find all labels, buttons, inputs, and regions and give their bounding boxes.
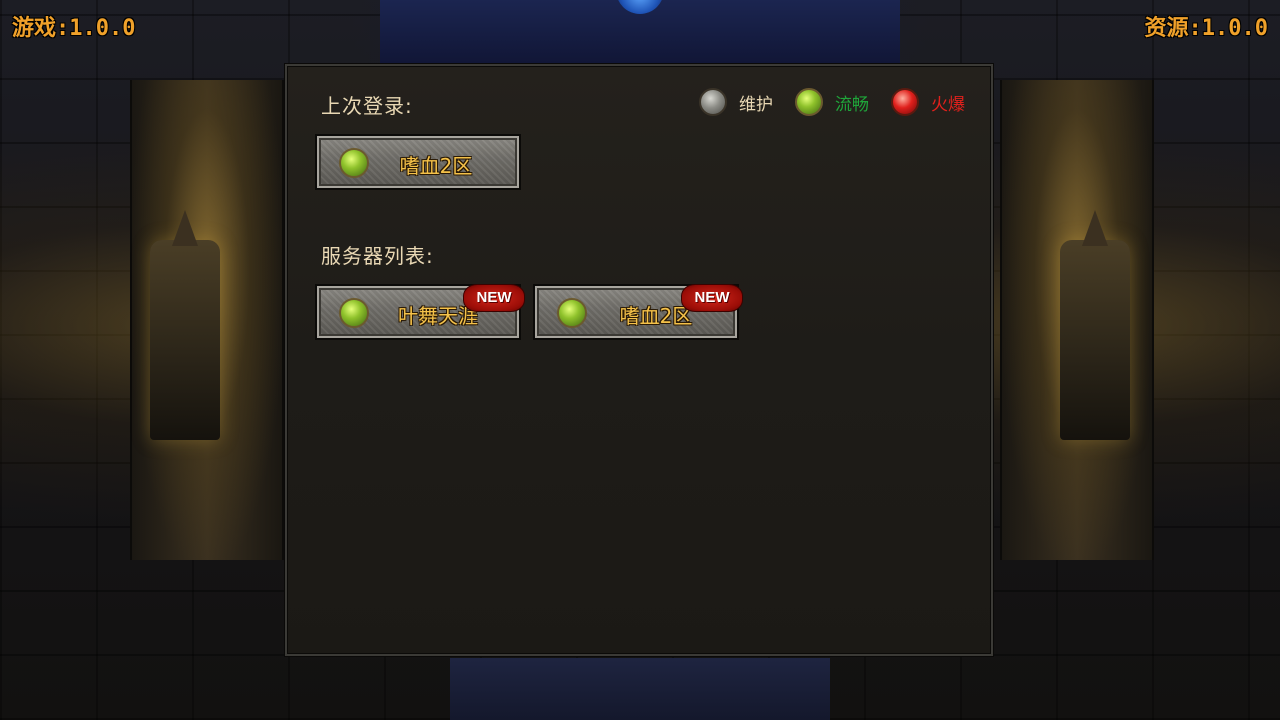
blue-gem-icon [616, 0, 664, 14]
legend-busy: 火爆 [891, 88, 965, 116]
game-version: 游戏:1.0.0 [12, 16, 136, 41]
legend-smooth-label: 流畅 [835, 94, 869, 115]
status-legend: 维护 流畅 火爆 [677, 88, 965, 116]
legend-smooth: 流畅 [795, 88, 869, 116]
new-badge: NEW [463, 284, 525, 312]
green-orb-icon [557, 298, 587, 328]
red-orb-icon [891, 88, 919, 116]
legend-maintenance: 维护 [699, 88, 773, 116]
bottom-ornament [450, 658, 830, 720]
right-lantern-icon [1060, 240, 1130, 440]
server-button-yewutianya[interactable]: 叶舞天涯 NEW [315, 284, 525, 340]
legend-maintenance-label: 维护 [739, 94, 773, 115]
green-orb-icon [339, 148, 369, 178]
top-ornament [380, 0, 900, 66]
server-button-shixue2[interactable]: 嗜血2区 NEW [533, 284, 743, 340]
server-select-panel: 上次登录: 维护 流畅 火爆 嗜血2区 服务器列表: 叶舞天涯 NEW 嗜血2区… [285, 64, 993, 656]
server-name: 嗜血2区 [399, 154, 473, 178]
new-badge: NEW [681, 284, 743, 312]
green-orb-icon [339, 298, 369, 328]
gray-orb-icon [699, 88, 727, 116]
resource-version: 资源:1.0.0 [1144, 16, 1268, 41]
last-login-label: 上次登录: [321, 94, 413, 118]
green-orb-icon [795, 88, 823, 116]
last-login-server-button[interactable]: 嗜血2区 [315, 134, 521, 190]
left-lantern-icon [150, 240, 220, 440]
server-list-label: 服务器列表: [321, 244, 434, 268]
legend-busy-label: 火爆 [931, 94, 965, 115]
